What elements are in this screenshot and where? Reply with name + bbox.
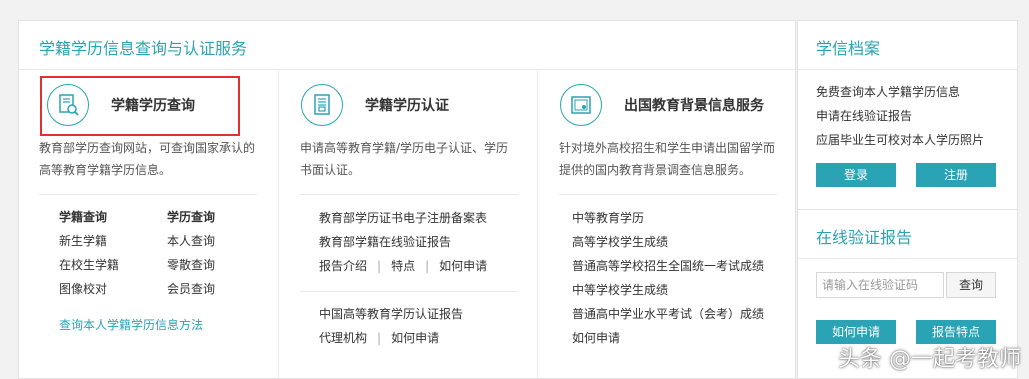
feature-item: 申请在线验证报告 [816, 109, 913, 123]
xuexin-archive-panel: 学信档案 免费查询本人学籍学历信息 申请在线验证报告 应届毕业生可校对本人学历照… [797, 20, 1018, 210]
description-line: 书面认证。 [300, 163, 361, 177]
link-higher-edu-report[interactable]: 中国高等教育学历认证报告 [319, 302, 463, 326]
link-secondary-edu[interactable]: 中等教育学历 [572, 206, 764, 230]
verify-code-input[interactable]: 请输入在线验证码 [816, 272, 944, 298]
certificate-icon [301, 84, 343, 126]
description-line: 针对境外高校招生和学生申请出国留学而 [559, 141, 776, 155]
service-title[interactable]: 学籍学历认证 [365, 95, 449, 115]
link-huikao-scores[interactable]: 普通高中学业水平考试（会考）成绩 [572, 302, 764, 326]
link-xueli-query[interactable]: 学历查询 [167, 208, 247, 227]
service-title[interactable]: 出国教育背景信息服务 [624, 95, 764, 115]
divider [798, 69, 1017, 70]
link-member-query[interactable]: 会员查询 [167, 280, 247, 299]
certify-links: 教育部学历证书电子注册备案表 教育部学籍在线验证报告 报告介绍 | 特点 | 如何申请 [319, 206, 487, 278]
query-method-link[interactable]: 查询本人学籍学历信息方法 [59, 316, 203, 333]
panel-title: 学籍学历信息查询与认证服务 [39, 39, 248, 58]
link-secondary-scores[interactable]: 中等学校学生成绩 [572, 278, 764, 302]
service-overseas-background[interactable]: 出国教育背景信息服务 [560, 84, 764, 126]
link-college-scores[interactable]: 高等学校学生成绩 [572, 230, 764, 254]
separator: | [377, 331, 382, 345]
link-single-query[interactable]: 零散查询 [167, 256, 247, 275]
description-line: 教育部学历查询网站，可查询国家承认的 [39, 141, 256, 155]
separator: | [425, 259, 430, 273]
certify-links-2: 中国高等教育学历认证报告 代理机构 | 如何申请 [319, 302, 463, 350]
highlight-box [40, 76, 240, 136]
agency-meta-links: 代理机构 | 如何申请 [319, 326, 463, 350]
service-description: 申请高等教育学籍/学历电子认证、学历 书面认证。 [300, 137, 508, 181]
divider [39, 194, 257, 195]
divider [300, 194, 518, 195]
archive-features: 免费查询本人学籍学历信息 申请在线验证报告 应届毕业生可校对本人学历照片 [816, 80, 984, 152]
divider [19, 69, 795, 70]
divider [798, 258, 1017, 259]
link-current-student[interactable]: 在校生学籍 [59, 256, 167, 275]
diploma-icon [560, 84, 602, 126]
login-button[interactable]: 登录 [816, 163, 896, 187]
link-online-verify-report[interactable]: 教育部学籍在线验证报告 [319, 230, 487, 254]
link-how-apply[interactable]: 如何申请 [391, 331, 439, 345]
link-self-query[interactable]: 本人查询 [167, 232, 247, 251]
separator: | [377, 259, 382, 273]
query-button[interactable]: 查询 [946, 272, 996, 298]
link-features[interactable]: 特点 [391, 259, 415, 273]
service-description: 针对境外高校招生和学生申请出国留学而 提供的国内教育背景调查信息服务。 [559, 137, 775, 181]
watermark: 头条 @一起考教师 [838, 347, 1021, 372]
column-divider [537, 70, 538, 378]
description-line: 高等教育学籍学历信息。 [39, 163, 172, 177]
link-new-student[interactable]: 新生学籍 [59, 232, 167, 251]
link-registration-form[interactable]: 教育部学历证书电子注册备案表 [319, 206, 487, 230]
link-report-intro[interactable]: 报告介绍 [319, 259, 367, 273]
service-xueli-certify[interactable]: 学籍学历认证 [301, 84, 449, 126]
column-divider [278, 70, 279, 378]
page: 学籍学历信息查询与认证服务 学籍学历查询 教育部学历查询网站，可查询国家承认的 … [0, 0, 1029, 379]
link-how-apply[interactable]: 如何申请 [439, 259, 487, 273]
feature-item: 应届毕业生可校对本人学历照片 [816, 133, 985, 147]
query-links: 学籍查询 学历查询 新生学籍 本人查询 在校生学籍 零散查询 图像校对 会员查询 [59, 208, 247, 299]
divider [559, 194, 777, 195]
link-agency[interactable]: 代理机构 [319, 331, 367, 345]
report-meta-links: 报告介绍 | 特点 | 如何申请 [319, 254, 487, 278]
description-line: 申请高等教育学籍/学历电子认证、学历 [300, 141, 509, 155]
overseas-links: 中等教育学历 高等学校学生成绩 普通高等学校招生全国统一考试成绩 中等学校学生成… [572, 206, 764, 350]
panel-title: 学信档案 [816, 39, 881, 58]
link-gaokao-scores[interactable]: 普通高等学校招生全国统一考试成绩 [572, 254, 764, 278]
register-button[interactable]: 注册 [916, 163, 996, 187]
link-how-apply[interactable]: 如何申请 [572, 326, 764, 350]
link-image-check[interactable]: 图像校对 [59, 280, 167, 299]
link-xueji-query[interactable]: 学籍查询 [59, 208, 167, 227]
service-description: 教育部学历查询网站，可查询国家承认的 高等教育学籍学历信息。 [39, 137, 255, 181]
panel-title: 在线验证报告 [816, 228, 913, 247]
divider [300, 291, 518, 292]
service-panel: 学籍学历信息查询与认证服务 学籍学历查询 教育部学历查询网站，可查询国家承认的 … [18, 20, 796, 379]
description-line: 提供的国内教育背景调查信息服务。 [559, 163, 752, 177]
feature-item: 免费查询本人学籍学历信息 [816, 85, 961, 99]
